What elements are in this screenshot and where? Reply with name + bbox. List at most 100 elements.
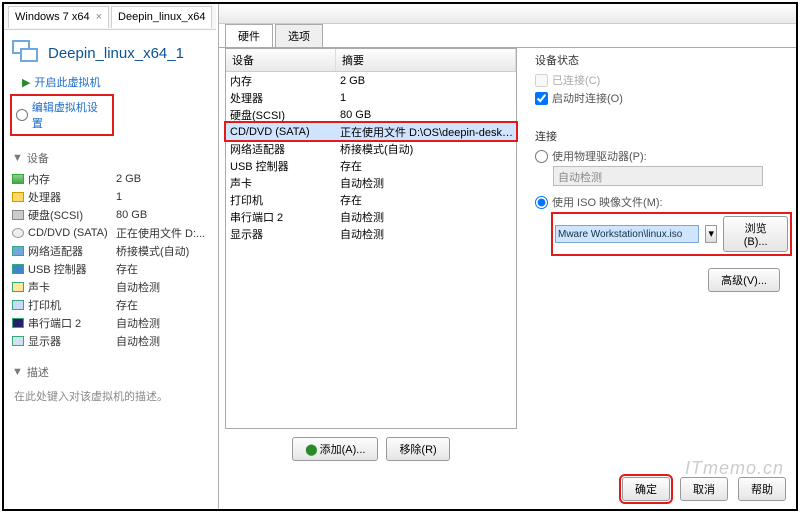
- mem-icon: [12, 174, 24, 184]
- section-devices[interactable]: ▼ 设备: [12, 150, 208, 166]
- col-summary: 摘要: [336, 49, 516, 71]
- hw-label: 硬盘(SCSI): [230, 107, 285, 123]
- device-detail-pane: 设备状态 已连接(C) 启动时连接(O) 连接 使用物理驱动器(P): 自动检测…: [525, 48, 790, 292]
- device-label: 内存: [28, 171, 50, 187]
- table-row[interactable]: 串行端口 2 自动检测: [226, 208, 516, 225]
- device-value: 正在使用文件 D:...: [116, 225, 208, 241]
- hw-summary: 自动检测: [336, 209, 516, 225]
- browse-button[interactable]: 浏览(B)...: [723, 216, 788, 252]
- use-iso-radio[interactable]: 使用 ISO 映像文件(M):: [535, 194, 790, 210]
- device-value: 自动检测: [116, 333, 208, 349]
- table-row[interactable]: CD/DVD (SATA) 正在使用文件 D:\OS\deepin-deskto.…: [226, 123, 516, 140]
- hw-summary: 80 GB: [336, 109, 516, 121]
- table-header: 设备 摘要: [226, 49, 516, 72]
- device-value: 存在: [116, 297, 208, 313]
- description-placeholder[interactable]: 在此处键入对该虚拟机的描述。: [4, 384, 216, 408]
- hw-summary: 正在使用文件 D:\OS\deepin-deskto...: [336, 124, 516, 140]
- iso-path-row: ▾ 浏览(B)...: [553, 214, 790, 254]
- tab-options[interactable]: 选项: [275, 24, 323, 47]
- table-row[interactable]: 显示器 自动检测: [226, 225, 516, 242]
- device-value: 2 GB: [116, 173, 208, 185]
- table-row[interactable]: 声卡自动检测: [226, 174, 516, 191]
- col-device: 设备: [226, 49, 336, 71]
- table-row[interactable]: 内存2 GB: [226, 72, 516, 89]
- hw-summary: 自动检测: [336, 226, 516, 242]
- tab-label: Deepin_linux_x64: [118, 11, 205, 23]
- hw-label: CD/DVD (SATA): [230, 126, 310, 138]
- cd-icon: [12, 228, 24, 238]
- tab-label: Windows 7 x64: [15, 11, 90, 23]
- device-row[interactable]: 内存 2 GB: [12, 170, 208, 188]
- connected-checkbox[interactable]: 已连接(C): [535, 72, 790, 88]
- physical-drive-select: 自动检测: [553, 166, 763, 186]
- edit-vm-label: 编辑虚拟机设置: [32, 99, 108, 131]
- device-row[interactable]: 串行端口 2自动检测: [12, 314, 208, 332]
- start-vm-link[interactable]: ▶ 开启此虚拟机: [4, 72, 216, 92]
- dsp-icon: [12, 336, 24, 346]
- group-state-title: 设备状态: [535, 52, 790, 68]
- hw-label: 网络适配器: [230, 141, 285, 157]
- close-icon[interactable]: ×: [96, 11, 102, 23]
- ok-button[interactable]: 确定: [622, 477, 670, 501]
- table-row[interactable]: 打印机存在: [226, 191, 516, 208]
- help-button[interactable]: 帮助: [738, 477, 786, 501]
- device-row[interactable]: CD/DVD (SATA)正在使用文件 D:...: [12, 224, 208, 242]
- dialog-tabs: 硬件 选项: [219, 24, 796, 48]
- device-label: USB 控制器: [28, 261, 87, 277]
- device-label: 硬盘(SCSI): [28, 207, 83, 223]
- use-physical-drive-radio[interactable]: 使用物理驱动器(P):: [535, 148, 790, 164]
- device-row[interactable]: 声卡自动检测: [12, 278, 208, 296]
- cpu-icon: [12, 192, 24, 202]
- cancel-button[interactable]: 取消: [680, 477, 728, 501]
- remove-hardware-button[interactable]: 移除(R): [386, 437, 449, 461]
- hw-label: 处理器: [230, 90, 263, 106]
- connect-at-poweron-checkbox[interactable]: 启动时连接(O): [535, 90, 790, 106]
- hw-label: 内存: [230, 73, 252, 89]
- device-row[interactable]: 打印机存在: [12, 296, 208, 314]
- device-label: 处理器: [28, 189, 61, 205]
- section-devices-label: 设备: [27, 150, 49, 166]
- dropdown-icon[interactable]: ▾: [705, 225, 717, 243]
- dialog-title-bar: [219, 4, 796, 24]
- tab-hardware[interactable]: 硬件: [225, 24, 273, 47]
- device-value: 自动检测: [116, 315, 208, 331]
- settings-icon: [16, 109, 28, 121]
- hw-summary: 桥接模式(自动): [336, 141, 516, 157]
- tab-deepin[interactable]: Deepin_linux_x64: [111, 6, 212, 28]
- table-row[interactable]: 处理器 1: [226, 89, 516, 106]
- device-row[interactable]: USB 控制器存在: [12, 260, 208, 278]
- disk-icon: [12, 210, 24, 220]
- hw-label: 显示器: [230, 226, 263, 242]
- device-list: 内存 2 GB 处理器1硬盘(SCSI) 80 GB CD/DVD (SATA)正在使用…: [12, 170, 208, 350]
- tab-options-label: 选项: [288, 31, 310, 43]
- table-row[interactable]: USB 控制器存在: [226, 157, 516, 174]
- hw-summary: 1: [336, 92, 516, 104]
- tab-bar: Windows 7 x64 × Deepin_linux_x64: [4, 4, 216, 30]
- table-row[interactable]: 硬盘(SCSI) 80 GB: [226, 106, 516, 123]
- section-desc-label: 描述: [27, 364, 49, 380]
- table-row[interactable]: 网络适配器 桥接模式(自动): [226, 140, 516, 157]
- add-icon: ⬤: [305, 444, 317, 456]
- iso-path-input[interactable]: [555, 225, 699, 243]
- connection-group: 连接 使用物理驱动器(P): 自动检测 使用 ISO 映像文件(M): ▾ 浏览…: [525, 128, 790, 254]
- device-label: 声卡: [28, 279, 50, 295]
- chevron-down-icon: ▼: [12, 152, 23, 164]
- tab-windows7[interactable]: Windows 7 x64 ×: [8, 6, 109, 28]
- usb-icon: [12, 264, 24, 274]
- device-row[interactable]: 硬盘(SCSI) 80 GB: [12, 206, 208, 224]
- device-label: 显示器: [28, 333, 61, 349]
- section-description[interactable]: ▼ 描述: [12, 364, 208, 380]
- net-icon: [12, 246, 24, 256]
- device-row[interactable]: 处理器1: [12, 188, 208, 206]
- hw-label: 串行端口 2: [230, 209, 283, 225]
- advanced-button[interactable]: 高级(V)...: [708, 268, 780, 292]
- tab-hardware-label: 硬件: [238, 31, 260, 43]
- vm-settings-dialog: 硬件 选项 设备 摘要 内存2 GB处理器 1 硬盘(SCSI) 80 GB CD/DV…: [218, 4, 796, 509]
- hw-label: 声卡: [230, 175, 252, 191]
- edit-vm-settings-link[interactable]: 编辑虚拟机设置: [10, 94, 114, 136]
- device-row[interactable]: 网络适配器桥接模式(自动): [12, 242, 208, 260]
- ser-icon: [12, 318, 24, 328]
- device-value: 80 GB: [116, 209, 208, 221]
- add-hardware-button[interactable]: ⬤添加(A)...: [292, 437, 378, 461]
- device-row[interactable]: 显示器 自动检测: [12, 332, 208, 350]
